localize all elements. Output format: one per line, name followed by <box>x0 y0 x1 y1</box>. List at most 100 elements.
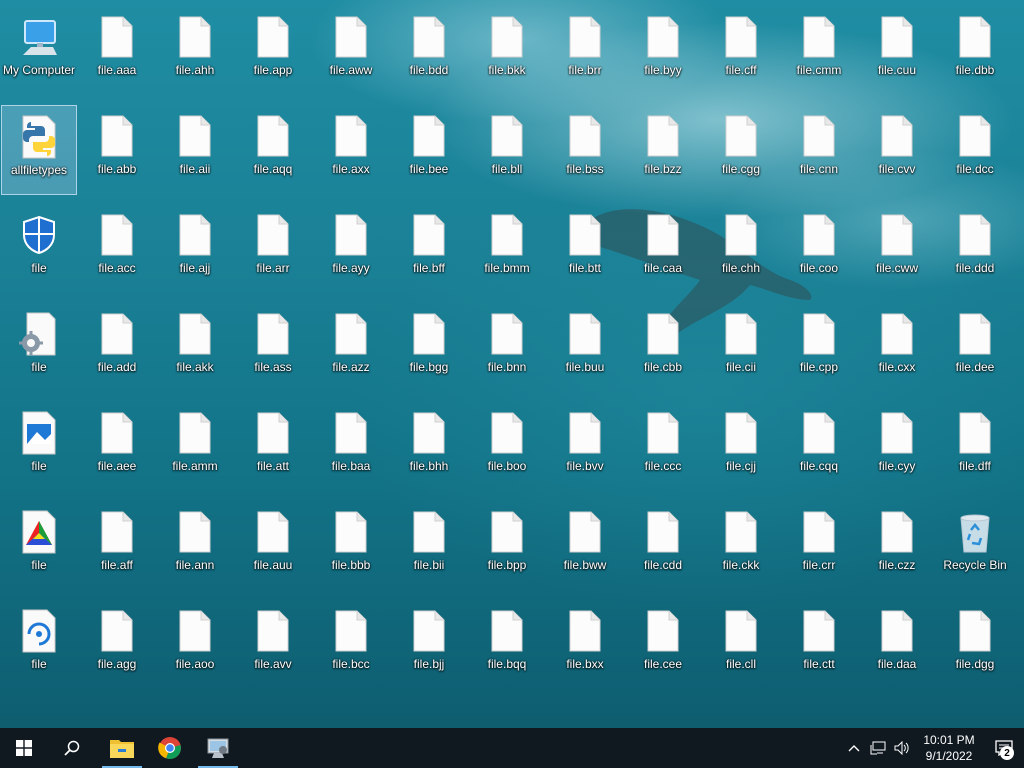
file-icon-shortcut[interactable]: file.aqq <box>235 105 311 195</box>
file-icon-shortcut[interactable]: file.bww <box>547 501 623 591</box>
file-icon-shortcut[interactable]: file.avv <box>235 600 311 690</box>
file-icon-shortcut[interactable]: file.ddd <box>937 204 1013 294</box>
allfiletypes-shortcut[interactable]: allfiletypes <box>1 105 77 195</box>
file-icon-shortcut[interactable]: file.cmm <box>781 6 857 96</box>
file-icon-shortcut[interactable]: file.abb <box>79 105 155 195</box>
start-button[interactable] <box>0 728 48 768</box>
file-icon-shortcut[interactable]: file.cii <box>703 303 779 393</box>
file-icon-shortcut[interactable]: file.chh <box>703 204 779 294</box>
file-icon-shortcut[interactable]: file.bjj <box>391 600 467 690</box>
file-icon-shortcut[interactable]: file.bll <box>469 105 545 195</box>
file-icon-shortcut[interactable]: file.bss <box>547 105 623 195</box>
file-icon-shortcut[interactable]: file.bhh <box>391 402 467 492</box>
file-icon-shortcut[interactable]: file.buu <box>547 303 623 393</box>
file-icon-shortcut[interactable]: file.amm <box>157 402 233 492</box>
file-icon-shortcut[interactable]: file.bmm <box>469 204 545 294</box>
file-icon-shortcut[interactable]: file.akk <box>157 303 233 393</box>
file-icon-shortcut[interactable]: file.czz <box>859 501 935 591</box>
file-icon-shortcut[interactable]: file.cbb <box>625 303 701 393</box>
file-icon-shortcut[interactable]: file.bkk <box>469 6 545 96</box>
file-icon-shortcut[interactable]: file.cee <box>625 600 701 690</box>
file-icon-shortcut[interactable]: file.ckk <box>703 501 779 591</box>
file-icon-shortcut[interactable]: file.btt <box>547 204 623 294</box>
file-icon-shortcut[interactable]: file.auu <box>235 501 311 591</box>
clock[interactable]: 10:01 PM 9/1/2022 <box>914 732 984 764</box>
file-icon-shortcut[interactable]: file.cgg <box>703 105 779 195</box>
file-icon-shortcut[interactable]: file.bbb <box>313 501 389 591</box>
file-icon-shortcut[interactable]: file.cww <box>859 204 935 294</box>
image-file-shortcut[interactable]: file <box>1 402 77 492</box>
file-icon-shortcut[interactable]: file.brr <box>547 6 623 96</box>
file-icon-shortcut[interactable]: file.dgg <box>937 600 1013 690</box>
file-icon-shortcut[interactable]: file.bgg <box>391 303 467 393</box>
file-icon-shortcut[interactable]: file.bii <box>391 501 467 591</box>
file-icon-shortcut[interactable]: file.daa <box>859 600 935 690</box>
shield-file-shortcut[interactable]: file <box>1 204 77 294</box>
file-icon-shortcut[interactable]: file.crr <box>781 501 857 591</box>
file-icon-shortcut[interactable]: file.cdd <box>625 501 701 591</box>
file-icon-shortcut[interactable]: file.ccc <box>625 402 701 492</box>
file-explorer-button[interactable] <box>98 728 146 768</box>
file-icon-shortcut[interactable]: file.ctt <box>781 600 857 690</box>
my-computer-shortcut[interactable]: My Computer <box>1 6 77 96</box>
settings-file-shortcut[interactable]: file <box>1 303 77 393</box>
file-icon-shortcut[interactable]: file.ahh <box>157 6 233 96</box>
file-icon-shortcut[interactable]: file.bnn <box>469 303 545 393</box>
file-icon-shortcut[interactable]: file.cjj <box>703 402 779 492</box>
file-icon-shortcut[interactable]: file.bee <box>391 105 467 195</box>
file-icon-shortcut[interactable]: file.aii <box>157 105 233 195</box>
file-icon-shortcut[interactable]: file.cnn <box>781 105 857 195</box>
file-icon-shortcut[interactable]: file.arr <box>235 204 311 294</box>
ring-file-shortcut[interactable]: file <box>1 600 77 690</box>
file-icon-shortcut[interactable]: file.bxx <box>547 600 623 690</box>
recycle-bin-shortcut[interactable]: Recycle Bin <box>937 501 1013 591</box>
file-icon-shortcut[interactable]: file.cqq <box>781 402 857 492</box>
file-icon-shortcut[interactable]: file.baa <box>313 402 389 492</box>
control-panel-button[interactable] <box>194 728 242 768</box>
file-icon-shortcut[interactable]: file.bvv <box>547 402 623 492</box>
file-icon-shortcut[interactable]: file.dff <box>937 402 1013 492</box>
file-icon-shortcut[interactable]: file.bzz <box>625 105 701 195</box>
file-icon-shortcut[interactable]: file.bcc <box>313 600 389 690</box>
network-button[interactable] <box>866 728 890 768</box>
file-icon-shortcut[interactable]: file.cyy <box>859 402 935 492</box>
show-hidden-icons-button[interactable] <box>842 728 866 768</box>
file-icon-shortcut[interactable]: file.cff <box>703 6 779 96</box>
file-icon-shortcut[interactable]: file.agg <box>79 600 155 690</box>
file-icon-shortcut[interactable]: file.aff <box>79 501 155 591</box>
file-icon-shortcut[interactable]: file.boo <box>469 402 545 492</box>
file-icon-shortcut[interactable]: file.ann <box>157 501 233 591</box>
file-icon-shortcut[interactable]: file.cxx <box>859 303 935 393</box>
file-icon-shortcut[interactable]: file.ajj <box>157 204 233 294</box>
file-icon-shortcut[interactable]: file.caa <box>625 204 701 294</box>
file-icon-shortcut[interactable]: file.bdd <box>391 6 467 96</box>
file-icon-shortcut[interactable]: file.aoo <box>157 600 233 690</box>
file-icon-shortcut[interactable]: file.cuu <box>859 6 935 96</box>
color-file-shortcut[interactable]: file <box>1 501 77 591</box>
file-icon-shortcut[interactable]: file.acc <box>79 204 155 294</box>
file-icon-shortcut[interactable]: file.bpp <box>469 501 545 591</box>
volume-button[interactable] <box>890 728 914 768</box>
file-icon-shortcut[interactable]: file.cll <box>703 600 779 690</box>
file-icon-shortcut[interactable]: file.app <box>235 6 311 96</box>
file-icon-shortcut[interactable]: file.cvv <box>859 105 935 195</box>
action-center-button[interactable]: 2 <box>984 728 1024 768</box>
file-icon-shortcut[interactable]: file.coo <box>781 204 857 294</box>
file-icon-shortcut[interactable]: file.ass <box>235 303 311 393</box>
file-icon-shortcut[interactable]: file.aaa <box>79 6 155 96</box>
file-icon-shortcut[interactable]: file.dee <box>937 303 1013 393</box>
file-icon-shortcut[interactable]: file.add <box>79 303 155 393</box>
file-icon-shortcut[interactable]: file.byy <box>625 6 701 96</box>
file-icon-shortcut[interactable]: file.cpp <box>781 303 857 393</box>
file-icon-shortcut[interactable]: file.ayy <box>313 204 389 294</box>
file-icon-shortcut[interactable]: file.bff <box>391 204 467 294</box>
file-icon-shortcut[interactable]: file.azz <box>313 303 389 393</box>
file-icon-shortcut[interactable]: file.bqq <box>469 600 545 690</box>
chrome-button[interactable] <box>146 728 194 768</box>
file-icon-shortcut[interactable]: file.axx <box>313 105 389 195</box>
file-icon-shortcut[interactable]: file.dbb <box>937 6 1013 96</box>
desktop[interactable]: My Computer allfiletypes file file file … <box>0 0 1024 728</box>
file-icon-shortcut[interactable]: file.att <box>235 402 311 492</box>
search-button[interactable] <box>48 728 96 768</box>
file-icon-shortcut[interactable]: file.aee <box>79 402 155 492</box>
